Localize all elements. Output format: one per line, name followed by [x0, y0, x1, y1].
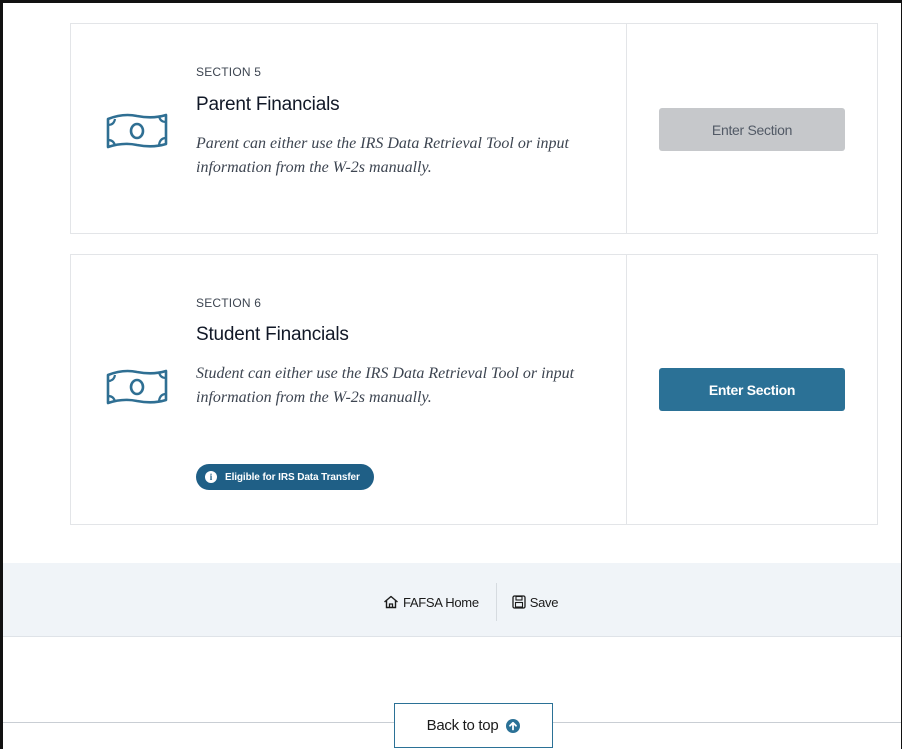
back-to-top-button[interactable]: Back to top — [394, 703, 553, 748]
section-description: Parent can either use the IRS Data Retri… — [196, 135, 569, 176]
card-divider — [626, 24, 627, 233]
arrow-up-circle-icon — [506, 718, 521, 733]
page-frame: SECTION 5 Parent Financials Parent can e… — [0, 0, 902, 749]
money-bill-icon — [106, 369, 168, 405]
enter-section-button[interactable]: Enter Section — [659, 368, 845, 411]
section-number-label: SECTION 5 — [196, 65, 262, 79]
info-icon: i — [205, 471, 217, 483]
section-description: Student can either use the IRS Data Retr… — [196, 365, 575, 406]
section-title: Student Financials — [196, 324, 349, 345]
save-icon — [512, 595, 526, 609]
save-link[interactable]: Save — [512, 595, 558, 610]
section-number-label: SECTION 6 — [196, 296, 262, 310]
section-title: Parent Financials — [196, 94, 340, 115]
irs-eligible-badge: i Eligible for IRS Data Transfer — [196, 464, 374, 490]
fafsa-home-link[interactable]: FAFSA Home — [383, 595, 479, 610]
money-bill-icon — [106, 113, 168, 149]
fafsa-home-label: FAFSA Home — [403, 594, 479, 610]
back-to-top-label: Back to top — [426, 717, 499, 734]
section-card-student-financials: SECTION 6 Student Financials Student can… — [70, 254, 878, 525]
section-card-parent-financials: SECTION 5 Parent Financials Parent can e… — [70, 23, 878, 234]
home-icon — [384, 595, 398, 609]
footer-divider — [495, 583, 497, 621]
card-divider — [626, 255, 627, 524]
badge-label: Eligible for IRS Data Transfer — [225, 471, 360, 483]
enter-section-button-disabled[interactable]: Enter Section — [659, 108, 845, 151]
save-label: Save — [529, 594, 559, 610]
footer-links: FAFSA Home Save — [383, 583, 558, 621]
